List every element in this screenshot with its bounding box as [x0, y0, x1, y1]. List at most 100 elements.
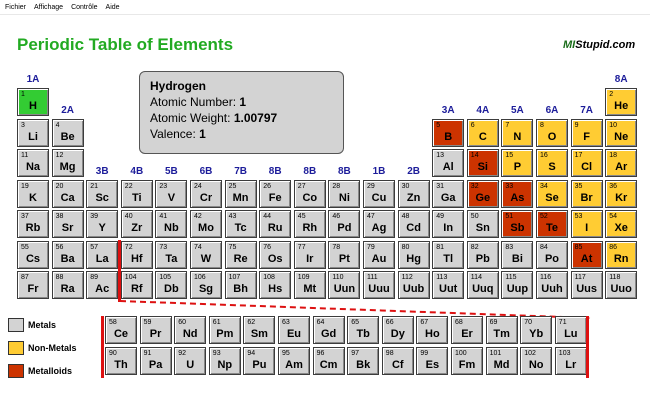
element-cd[interactable]: 48 Cd — [397, 210, 430, 238]
element-np[interactable]: 93 Np — [208, 347, 241, 375]
element-uuh[interactable]: 116 Uuh — [536, 271, 568, 299]
element-yb[interactable]: 70 Yb — [520, 316, 553, 344]
element-ge[interactable]: 32 Ge — [466, 179, 499, 208]
element-dy[interactable]: 66 Dy — [381, 316, 414, 344]
element-nb[interactable]: 41 Nb — [155, 210, 188, 238]
element-ba[interactable]: 56 Ba — [51, 240, 84, 269]
element-lu[interactable]: 71 Lu — [554, 316, 587, 344]
element-u[interactable]: 92 U — [174, 347, 207, 375]
element-y[interactable]: 39 Y — [86, 210, 119, 238]
element-at[interactable]: 85 At — [570, 240, 603, 269]
element-in[interactable]: 49 In — [432, 210, 465, 238]
element-pr[interactable]: 59 Pr — [139, 316, 172, 344]
element-i[interactable]: 53 I — [570, 210, 603, 238]
element-na[interactable]: 11 Na — [17, 149, 49, 177]
element-ru[interactable]: 44 Ru — [259, 210, 292, 238]
element-fe[interactable]: 26 Fe — [259, 179, 292, 208]
element-md[interactable]: 101 Md — [485, 347, 518, 375]
element-tl[interactable]: 81 Tl — [432, 240, 465, 269]
element-sr[interactable]: 38 Sr — [51, 210, 84, 238]
element-h[interactable]: 1H — [17, 88, 49, 116]
element-bh[interactable]: 107 Bh — [224, 271, 257, 299]
element-li[interactable]: 3 Li — [17, 118, 49, 147]
element-th[interactable]: 90 Th — [105, 347, 137, 375]
element-lr[interactable]: 103 Lr — [554, 347, 587, 375]
element-nd[interactable]: 60 Nd — [174, 316, 207, 344]
element-p[interactable]: 15 P — [501, 149, 534, 177]
element-co[interactable]: 27 Co — [293, 179, 326, 208]
element-mt[interactable]: 109 Mt — [293, 271, 326, 299]
element-b[interactable]: 5B — [432, 118, 465, 147]
element-tm[interactable]: 69 Tm — [485, 316, 518, 344]
element-ir[interactable]: 77 Ir — [293, 240, 326, 269]
element-n[interactable]: 7N — [501, 118, 534, 147]
element-tb[interactable]: 65 Tb — [347, 316, 380, 344]
element-ga[interactable]: 31 Ga — [432, 179, 465, 208]
element-hg[interactable]: 80 Hg — [397, 240, 430, 269]
element-pt[interactable]: 78 Pt — [328, 240, 361, 269]
element-v[interactable]: 23 V — [155, 179, 188, 208]
element-ac[interactable]: 89 Ac — [86, 271, 119, 299]
element-kr[interactable]: 36 Kr — [605, 179, 638, 208]
element-pm[interactable]: 61 Pm — [208, 316, 241, 344]
element-sn[interactable]: 50 Sn — [466, 210, 499, 238]
element-eu[interactable]: 63 Eu — [278, 316, 310, 344]
element-mg[interactable]: 12 Mg — [51, 149, 84, 177]
element-ca[interactable]: 20 Ca — [51, 179, 84, 208]
element-w[interactable]: 74 W — [190, 240, 222, 269]
element-sm[interactable]: 62 Sm — [243, 316, 276, 344]
element-br[interactable]: 35 Br — [570, 179, 603, 208]
element-os[interactable]: 76 Os — [259, 240, 292, 269]
element-cu[interactable]: 29 Cu — [363, 179, 395, 208]
element-xe[interactable]: 54 Xe — [605, 210, 638, 238]
element-mn[interactable]: 25 Mn — [224, 179, 257, 208]
element-cf[interactable]: 98 Cf — [381, 347, 414, 375]
element-bi[interactable]: 83 Bi — [501, 240, 534, 269]
element-sc[interactable]: 21 Sc — [86, 179, 119, 208]
element-uuu[interactable]: 111 Uuu — [363, 271, 395, 299]
element-db[interactable]: 105 Db — [155, 271, 188, 299]
element-ho[interactable]: 67 Ho — [416, 316, 449, 344]
element-bk[interactable]: 97 Bk — [347, 347, 380, 375]
element-ne[interactable]: 10 Ne — [605, 118, 638, 147]
element-pu[interactable]: 94 Pu — [243, 347, 276, 375]
element-uub[interactable]: 112 Uub — [397, 271, 430, 299]
element-mo[interactable]: 42 Mo — [190, 210, 222, 238]
element-fr[interactable]: 87 Fr — [17, 271, 49, 299]
element-hf[interactable]: 72 Hf — [120, 240, 153, 269]
element-si[interactable]: 14 Si — [466, 149, 499, 177]
element-po[interactable]: 84 Po — [536, 240, 568, 269]
element-au[interactable]: 79 Au — [363, 240, 395, 269]
element-uus[interactable]: 117 Uus — [570, 271, 603, 299]
element-rh[interactable]: 45 Rh — [293, 210, 326, 238]
element-pb[interactable]: 82 Pb — [466, 240, 499, 269]
element-la[interactable]: 57 La — [86, 240, 119, 269]
element-hs[interactable]: 108 Hs — [259, 271, 292, 299]
element-rf[interactable]: 104 Rf — [120, 271, 153, 299]
element-gd[interactable]: 64 Gd — [312, 316, 345, 344]
element-sg[interactable]: 106 Sg — [190, 271, 222, 299]
element-sb[interactable]: 51 Sb — [501, 210, 534, 238]
element-be[interactable]: 4 Be — [51, 118, 84, 147]
element-uuq[interactable]: 114 Uuq — [466, 271, 499, 299]
element-uup[interactable]: 115 Uup — [501, 271, 534, 299]
element-tc[interactable]: 43 Tc — [224, 210, 257, 238]
element-ag[interactable]: 47 Ag — [363, 210, 395, 238]
element-es[interactable]: 99 Es — [416, 347, 449, 375]
element-rn[interactable]: 86 Rn — [605, 240, 638, 269]
element-zr[interactable]: 40 Zr — [120, 210, 153, 238]
element-k[interactable]: 19 K — [17, 179, 49, 208]
element-f[interactable]: 9F — [570, 118, 603, 147]
element-ni[interactable]: 28 Ni — [328, 179, 361, 208]
element-cr[interactable]: 24 Cr — [190, 179, 222, 208]
element-pd[interactable]: 46 Pd — [328, 210, 361, 238]
element-o[interactable]: 8O — [536, 118, 568, 147]
element-ar[interactable]: 18 Ar — [605, 149, 638, 177]
element-am[interactable]: 95 Am — [278, 347, 310, 375]
element-no[interactable]: 102 No — [520, 347, 553, 375]
element-se[interactable]: 34 Se — [536, 179, 568, 208]
element-cs[interactable]: 55 Cs — [17, 240, 49, 269]
element-ra[interactable]: 88 Ra — [51, 271, 84, 299]
element-cl[interactable]: 17 Cl — [570, 149, 603, 177]
element-re[interactable]: 75 Re — [224, 240, 257, 269]
